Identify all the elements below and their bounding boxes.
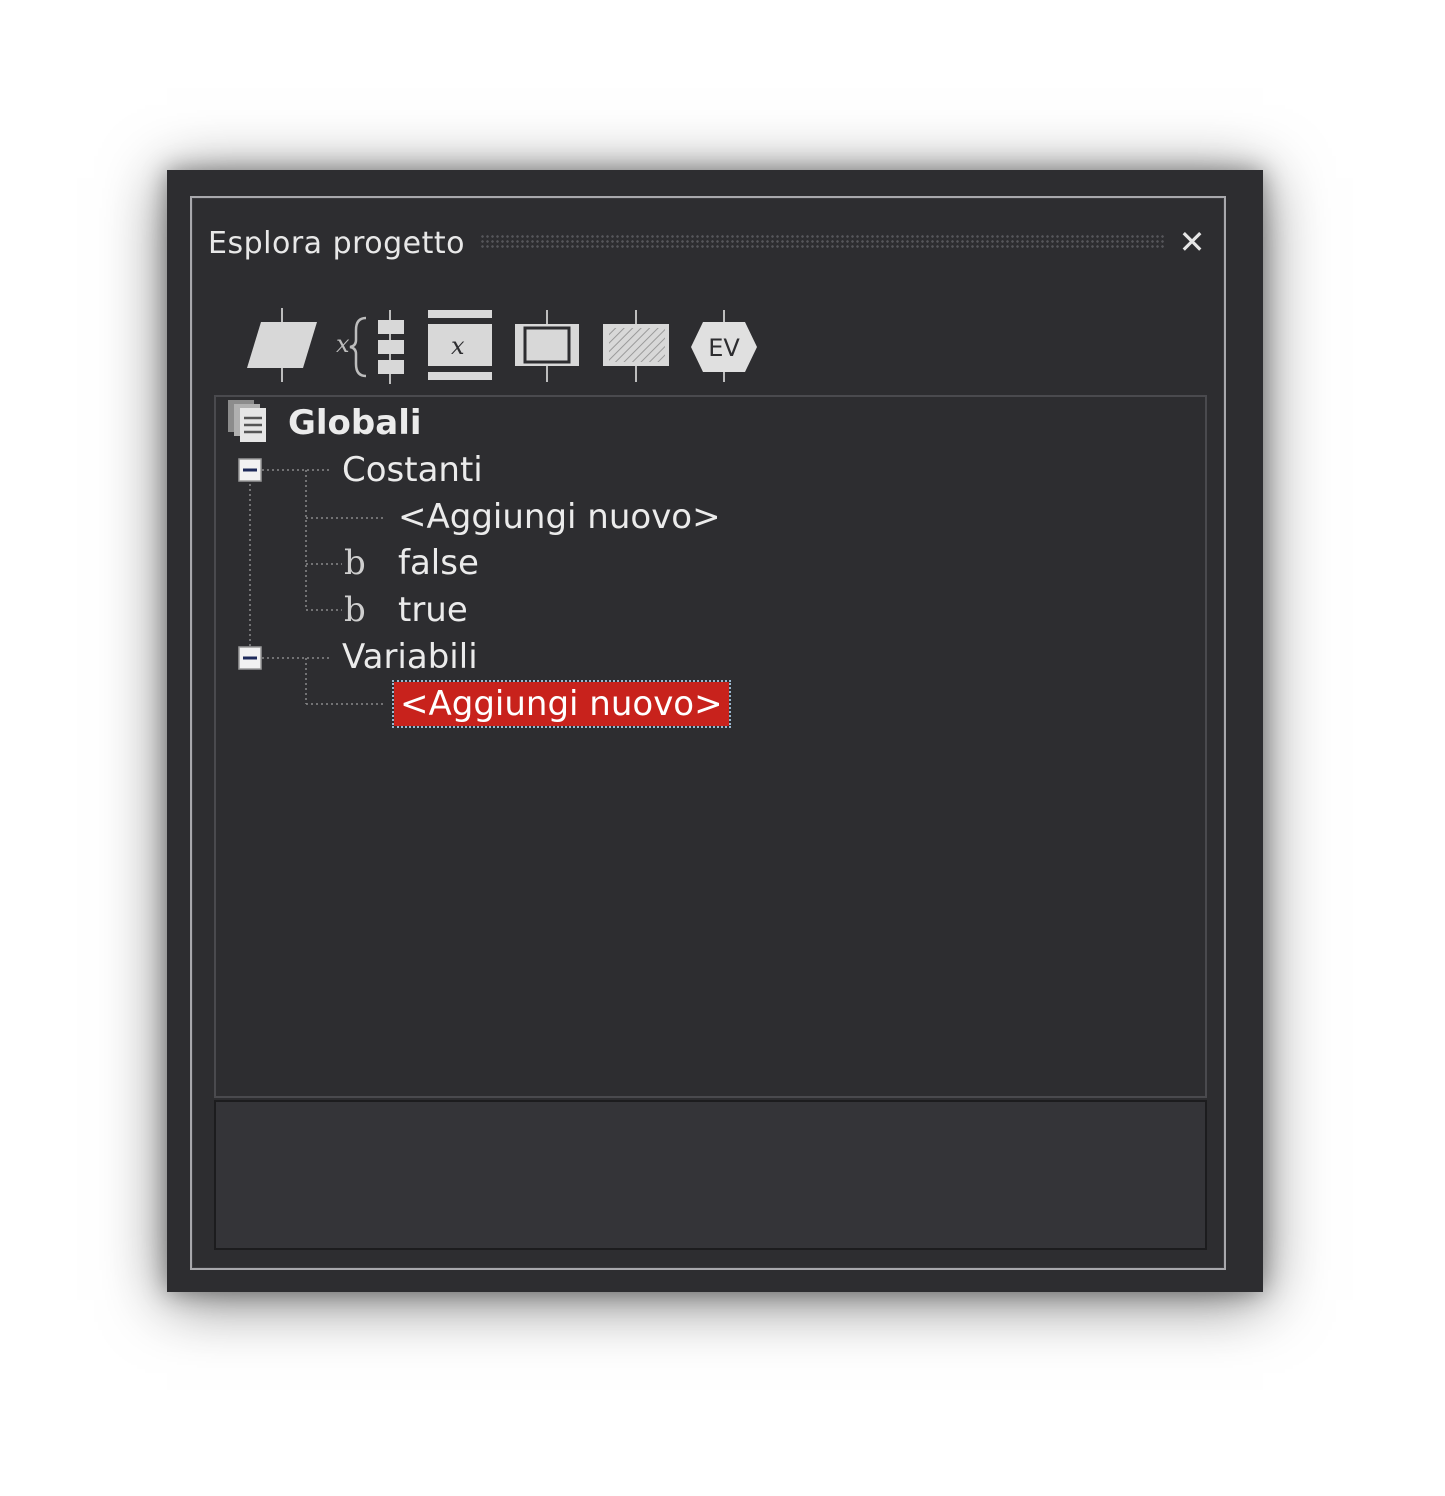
- ev-label: EV: [708, 334, 740, 362]
- close-icon[interactable]: ✕: [1172, 222, 1212, 262]
- tree-node-true[interactable]: true: [398, 588, 468, 632]
- hatched-block-icon[interactable]: [601, 308, 671, 386]
- boolean-icon: b: [344, 543, 366, 583]
- tree-node-add-new-constant[interactable]: <Aggiungi nuovo>: [398, 495, 721, 539]
- variable-x-glyph: x: [336, 330, 350, 358]
- tree-node-add-new-variable[interactable]: <Aggiungi nuovo>: [392, 680, 731, 728]
- description-pane: [214, 1100, 1207, 1250]
- tree-node-globali[interactable]: Globali: [288, 401, 422, 445]
- panel-title: Esplora progetto: [208, 226, 466, 261]
- assignment-x-glyph: x: [451, 332, 465, 360]
- collapse-toggle-variabili[interactable]: [238, 646, 262, 670]
- tree-node-variabili[interactable]: Variabili: [342, 635, 478, 679]
- title-drag-grip[interactable]: [480, 234, 1165, 250]
- globals-icon: [226, 398, 270, 448]
- tree-node-costanti[interactable]: Costanti: [342, 448, 483, 492]
- collapse-toggle-costanti[interactable]: [238, 458, 262, 482]
- subroutine-block-icon[interactable]: [513, 308, 581, 386]
- tree-node-false[interactable]: false: [398, 541, 479, 585]
- ev-block-icon[interactable]: EV: [689, 308, 759, 386]
- variable-declaration-icon[interactable]: x: [334, 308, 410, 386]
- assignment-block-icon[interactable]: x: [426, 308, 494, 386]
- boolean-icon: b: [344, 590, 366, 630]
- input-output-block-icon[interactable]: [245, 308, 319, 386]
